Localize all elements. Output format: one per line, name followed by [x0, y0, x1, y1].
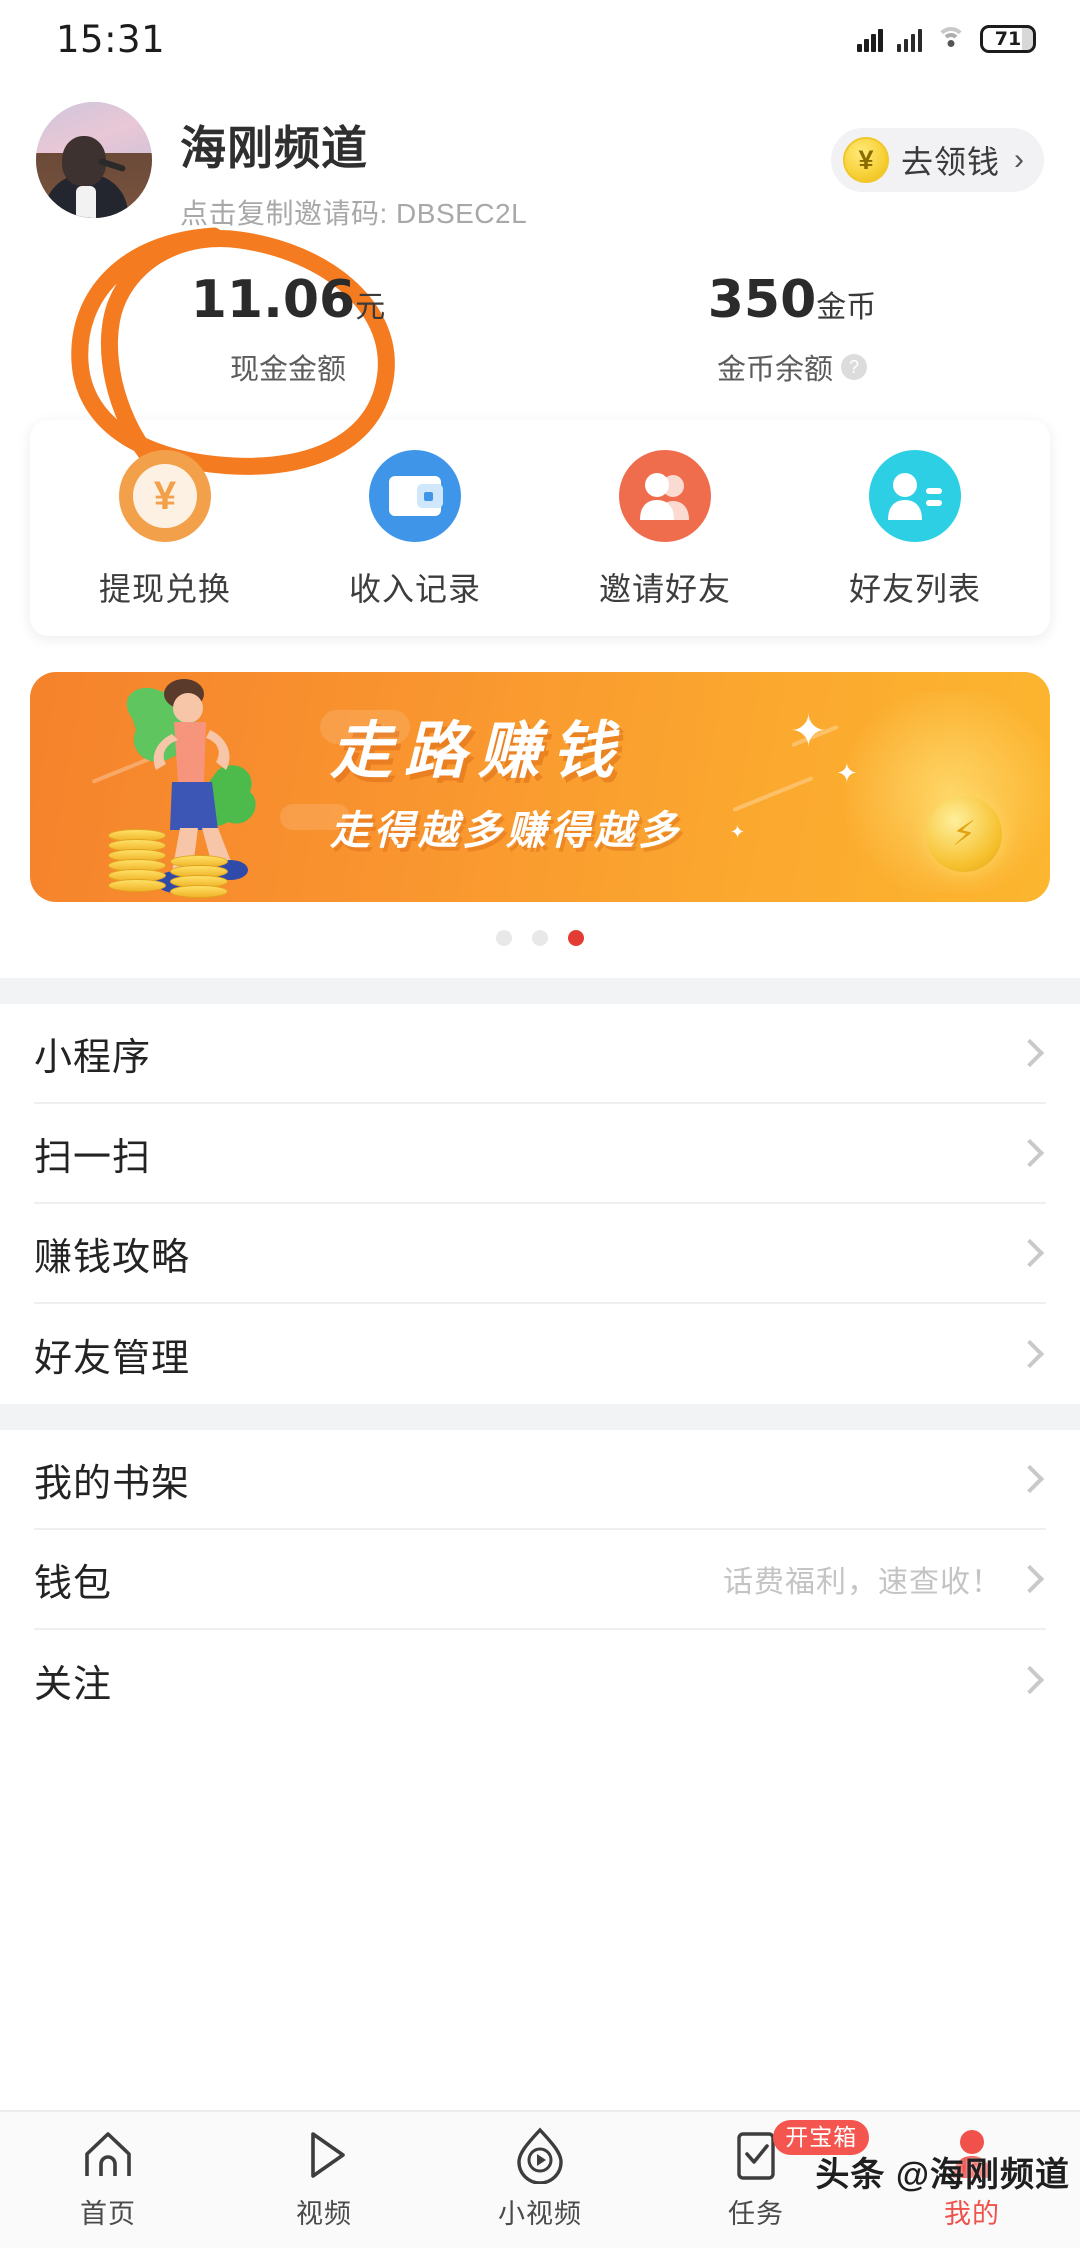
two-people-icon: [619, 450, 711, 542]
big-coin-icon: [926, 796, 1002, 872]
chevron-right-icon: [1015, 1238, 1045, 1268]
coin-balance-text: 金币余额: [716, 354, 833, 386]
claim-money-button[interactable]: ¥ 去领钱 ›: [830, 128, 1044, 192]
list-item-following[interactable]: 关注: [34, 1630, 1046, 1730]
tab-label: 我的: [944, 2199, 1000, 2229]
quick-action-withdraw[interactable]: ¥ 提现兑换: [40, 450, 290, 610]
short-video-icon: [511, 2126, 569, 2185]
menu-list-group-1: 小程序 扫一扫 赚钱攻略 好友管理: [0, 1004, 1080, 1404]
sparkle-icon: ✦: [790, 707, 827, 756]
carousel-dot-3[interactable]: [568, 930, 584, 946]
quick-actions-card: ¥ 提现兑换 收入记录 邀请好友 好友列表: [30, 420, 1050, 636]
chevron-right-icon: [1015, 1038, 1045, 1068]
home-icon: [79, 2126, 137, 2184]
list-item-label: 钱包: [34, 1562, 113, 1605]
list-item-label: 小程序: [34, 1036, 152, 1079]
banner-carousel[interactable]: 走路赚钱 走得越多赚得越多 ✦ ✦ ✦: [30, 672, 1050, 946]
yuan-coin-icon: ¥: [119, 450, 211, 542]
list-item-label: 我的书架: [34, 1462, 191, 1505]
tab-short-video[interactable]: 小视频: [432, 2126, 648, 2231]
tab-home[interactable]: 首页: [0, 2126, 216, 2231]
invite-code-copy[interactable]: 点击复制邀请码: DBSEC2L: [180, 192, 831, 232]
wallet-icon: [369, 450, 461, 542]
list-item-label: 赚钱攻略: [34, 1236, 191, 1279]
list-item-hint: 话费福利，速查收！: [723, 1566, 1002, 1599]
status-icons: 71: [857, 25, 1036, 53]
coin-stack-icon: [108, 829, 166, 892]
menu-list-group-2: 我的书架 钱包 话费福利，速查收！ 关注: [0, 1430, 1080, 1730]
play-triangle-icon: [295, 2126, 353, 2184]
profile-text: 海刚频道 点击复制邀请码: DBSEC2L: [180, 102, 831, 232]
chevron-right-icon: [1015, 1564, 1045, 1594]
cash-balance-label: 现金金额: [229, 354, 346, 386]
chevron-right-icon: [1015, 1464, 1045, 1494]
tab-video[interactable]: 视频: [216, 2126, 432, 2231]
tab-label: 视频: [296, 2199, 352, 2229]
quick-action-label: 提现兑换: [98, 571, 231, 607]
coin-amount-value: 350金币: [707, 270, 877, 330]
list-item-friend-management[interactable]: 好友管理: [34, 1304, 1046, 1404]
banner-subtitle: 走得越多赚得越多: [330, 809, 682, 853]
page-title: 海刚频道: [180, 122, 368, 174]
list-item-mini-program[interactable]: 小程序: [34, 1004, 1046, 1104]
status-bar: 15:31 71: [0, 0, 1080, 78]
balance-row: 11.06元 现金金额 350金币 金币余额 ?: [0, 227, 1080, 475]
cash-unit: 元: [355, 291, 386, 324]
list-item-wallet[interactable]: 钱包 话费福利，速查收！: [34, 1530, 1046, 1630]
coin-balance-label: 金币余额 ?: [717, 346, 867, 388]
coin-icon: ¥: [842, 137, 889, 183]
quick-action-friend-list[interactable]: 好友列表: [790, 450, 1040, 610]
battery-icon: 71: [980, 25, 1036, 53]
signal-icon-2: [896, 26, 922, 52]
chevron-right-icon: ›: [1014, 143, 1024, 176]
battery-level: 71: [994, 27, 1022, 50]
coin-stack-icon-2: [170, 855, 228, 898]
banner-title: 走路赚钱: [330, 717, 627, 786]
section-divider-2: [0, 1404, 1080, 1430]
coin-unit: 金币: [816, 291, 877, 324]
list-item-bookshelf[interactable]: 我的书架: [34, 1430, 1046, 1530]
list-item-label: 好友管理: [34, 1337, 191, 1380]
quick-action-invite-friends[interactable]: 邀请好友: [540, 450, 790, 610]
list-item-scan[interactable]: 扫一扫: [34, 1104, 1046, 1204]
chevron-right-icon: [1015, 1339, 1045, 1369]
coin-balance[interactable]: 350金币 金币余额 ?: [540, 270, 1044, 388]
carousel-dot-2[interactable]: [532, 930, 548, 946]
avatar[interactable]: [36, 102, 152, 218]
wifi-icon: [936, 26, 966, 52]
quick-action-income-record[interactable]: 收入记录: [290, 450, 540, 610]
status-time: 15:31: [56, 17, 166, 61]
carousel-dot-1[interactable]: [496, 930, 512, 946]
profile-header: 海刚频道 点击复制邀请码: DBSEC2L ¥ 去领钱 ›: [0, 78, 1080, 232]
quick-action-label: 邀请好友: [598, 571, 731, 607]
sparkle-icon-3: ✦: [730, 822, 746, 842]
list-item-earn-guide[interactable]: 赚钱攻略: [34, 1204, 1046, 1304]
section-divider: [0, 978, 1080, 1004]
chevron-right-icon: [1015, 1138, 1045, 1168]
quick-action-label: 好友列表: [848, 571, 981, 607]
signal-icon: [857, 26, 883, 52]
person-list-icon: [869, 450, 961, 542]
list-item-label: 关注: [34, 1663, 113, 1706]
watermark: 头条 @海刚频道: [815, 2156, 1070, 2194]
banner-walk-earn[interactable]: 走路赚钱 走得越多赚得越多 ✦ ✦ ✦: [30, 672, 1050, 902]
chevron-right-icon: [1015, 1665, 1045, 1695]
sparkle-icon-2: ✦: [836, 758, 858, 788]
cash-balance[interactable]: 11.06元 现金金额: [36, 270, 540, 388]
carousel-dots[interactable]: [30, 930, 1050, 946]
cash-amount-value: 11.06元: [190, 270, 386, 330]
tab-label: 首页: [80, 2199, 136, 2229]
tab-label: 任务: [728, 2199, 784, 2229]
quick-action-label: 收入记录: [348, 571, 481, 607]
claim-money-label: 去领钱: [900, 144, 1000, 180]
tab-label: 小视频: [498, 2199, 582, 2229]
help-icon[interactable]: ?: [841, 354, 867, 380]
bottom-tab-bar: 首页 视频 小视频 开宝箱 任务 我的 头条 @海刚频道: [0, 2110, 1080, 2248]
list-item-label: 扫一扫: [34, 1136, 152, 1179]
